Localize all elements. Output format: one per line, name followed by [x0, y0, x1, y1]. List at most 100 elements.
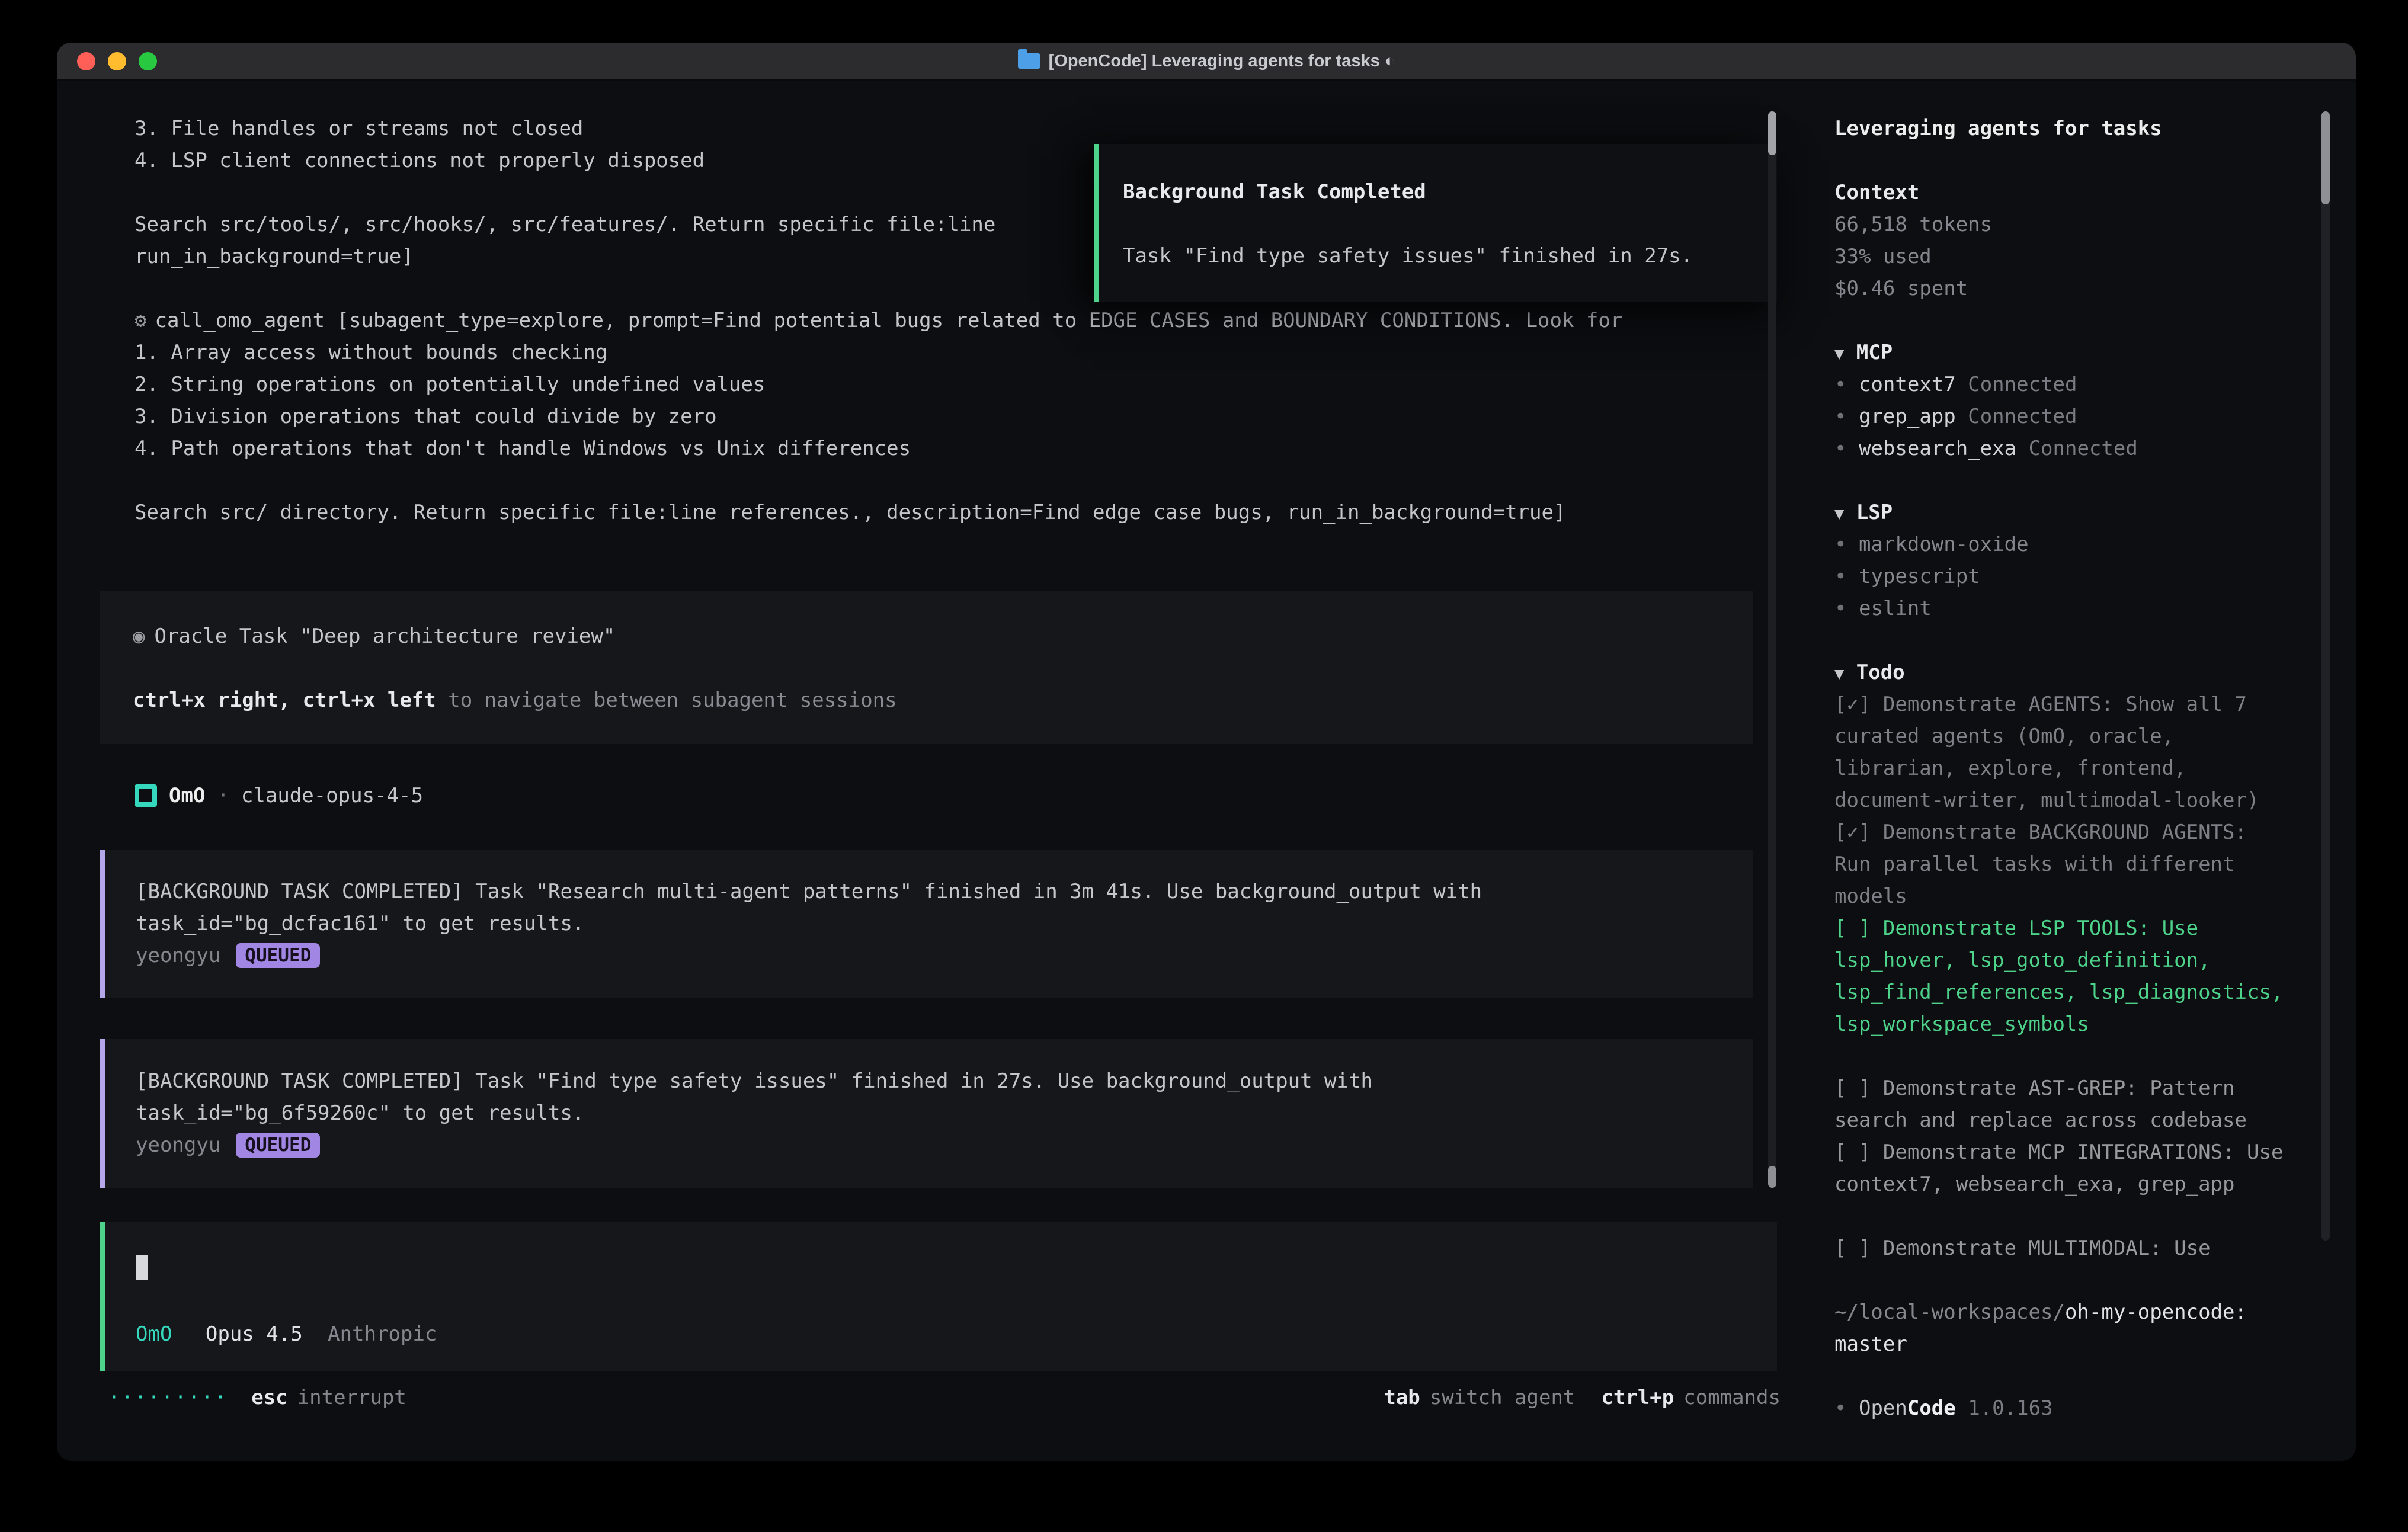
- todo-item-active: [ ] Demonstrate LSP TOOLS: Use lsp_hover…: [1834, 912, 2288, 1040]
- spinner-dots: ·········: [108, 1382, 228, 1414]
- message-user: yeongyu: [136, 1129, 220, 1161]
- todo-checkbox: [ ]: [1834, 916, 1871, 940]
- bullet-icon: •: [1834, 533, 1846, 556]
- bullet-icon: •: [1834, 373, 1846, 396]
- tool-call-item: 4. Path operations that don't handle Win…: [135, 432, 1810, 464]
- fisheye-icon: ◉: [133, 624, 145, 648]
- scrollbar-thumb[interactable]: [2321, 111, 2330, 204]
- zoom-button[interactable]: [139, 52, 157, 70]
- session-title: Leveraging agents for tasks: [1834, 113, 2288, 145]
- bullet-icon: •: [1834, 437, 1846, 460]
- message-meta: yeongyu QUEUED: [136, 1129, 1720, 1161]
- todo-checkbox: [ ]: [1834, 1140, 1871, 1164]
- switch-agent-hint: tabswitch agent: [1384, 1382, 1575, 1414]
- todo-item-done: [✓] Demonstrate BACKGROUND AGENTS: Run p…: [1834, 816, 2288, 912]
- oracle-task-panel[interactable]: ◉Oracle Task "Deep architecture review" …: [100, 591, 1753, 744]
- context-spent: $0.46 spent: [1834, 273, 2288, 305]
- queued-badge: QUEUED: [236, 943, 320, 968]
- model-line: OmO Opus 4.5 Anthropic: [136, 1318, 1746, 1350]
- input-model-name: Opus 4.5: [206, 1322, 303, 1346]
- prompt-input[interactable]: OmO Opus 4.5 Anthropic: [100, 1222, 1777, 1371]
- todo-item-pending: [ ] Demonstrate AST-GREP: Pattern search…: [1834, 1072, 2288, 1136]
- close-button[interactable]: [77, 52, 95, 70]
- todo-checkbox: [ ]: [1834, 1076, 1871, 1100]
- mcp-item: • context7 Connected: [1834, 368, 2288, 400]
- queued-badge: QUEUED: [236, 1133, 320, 1158]
- tool-call-header: ⚙ call_omo_agent [subagent_type=explore, …: [135, 305, 1810, 336]
- titlebar[interactable]: [OpenCode] Leveraging agents for tasks ◐: [57, 43, 2356, 81]
- input-line[interactable]: [136, 1254, 1746, 1286]
- background-task-message: [BACKGROUND TASK COMPLETED] Task "Resear…: [100, 850, 1753, 998]
- lsp-section-header[interactable]: ▼ LSP: [1834, 496, 2288, 528]
- mcp-item: • websearch_exa Connected: [1834, 432, 2288, 464]
- window-title: [OpenCode] Leveraging agents for tasks ◐: [57, 43, 2356, 79]
- todo-checkbox: [ ]: [1834, 1236, 1871, 1260]
- traffic-lights: [77, 52, 157, 70]
- message-user: yeongyu: [136, 940, 220, 972]
- tool-call-item: 3. Division operations that could divide…: [135, 400, 1810, 432]
- status-bar: ········· escinterrupt tabswitch agent c…: [100, 1382, 1781, 1414]
- lsp-item: • markdown-oxide: [1834, 528, 2288, 560]
- tool-call-item: 2. String operations on potentially unde…: [135, 368, 1810, 400]
- sidebar-scrollbar[interactable]: [2321, 111, 2330, 1241]
- window-content: 3. File handles or streams not closed 4.…: [57, 81, 2356, 1461]
- bullet-icon: •: [1834, 1396, 1846, 1420]
- bullet-icon: •: [1834, 405, 1846, 428]
- todo-checkbox: [✓]: [1834, 821, 1871, 844]
- agent-header: OmO · claude-opus-4-5: [100, 780, 1810, 812]
- git-branch: master: [1834, 1332, 1907, 1356]
- terminal-line: 3. File handles or streams not closed: [135, 113, 1810, 145]
- scrollbar-thumb[interactable]: [1768, 1166, 1776, 1188]
- input-agent-name: OmO: [136, 1322, 172, 1346]
- commands-hint: ctrl+pcommands: [1601, 1382, 1781, 1414]
- input-provider-name: Anthropic: [328, 1322, 437, 1346]
- message-text: [BACKGROUND TASK COMPLETED] Task "Resear…: [136, 876, 1587, 940]
- folder-icon: [1018, 53, 1040, 69]
- window-title-text: [OpenCode] Leveraging agents for tasks ◐: [1049, 52, 1395, 71]
- bullet-icon: •: [1834, 597, 1846, 620]
- oracle-task-title: ◉Oracle Task "Deep architecture review": [133, 620, 1720, 652]
- message-text: [BACKGROUND TASK COMPLETED] Task "Find t…: [136, 1065, 1587, 1129]
- todo-checkbox: [✓]: [1834, 693, 1871, 716]
- mcp-section-header[interactable]: ▼ MCP: [1834, 336, 2288, 368]
- tool-call-item: 1. Array access without bounds checking: [135, 336, 1810, 368]
- todo-item-pending: [ ] Demonstrate MULTIMODAL: Use: [1834, 1232, 2288, 1264]
- mcp-item: • grep_app Connected: [1834, 400, 2288, 432]
- todo-item-done: [✓] Demonstrate AGENTS: Show all 7 curat…: [1834, 688, 2288, 816]
- lsp-item: • typescript: [1834, 560, 2288, 592]
- context-used: 33% used: [1834, 241, 2288, 273]
- scrollbar-thumb[interactable]: [1768, 111, 1776, 155]
- background-task-message: [BACKGROUND TASK COMPLETED] Task "Find t…: [100, 1039, 1753, 1188]
- bullet-icon: •: [1834, 565, 1846, 588]
- lsp-item: • eslint: [1834, 592, 2288, 624]
- tool-call-text: call_omo_agent [subagent_type=explore, p…: [155, 309, 1622, 332]
- chevron-down-icon: ▼: [1834, 505, 1844, 523]
- status-right: tabswitch agent ctrl+pcommands: [1384, 1382, 1781, 1414]
- agent-icon: [135, 784, 157, 807]
- agent-name: OmO: [169, 780, 205, 812]
- tool-call-footer: Search src/ directory. Return specific f…: [135, 496, 1810, 528]
- chevron-down-icon: ▼: [1834, 345, 1844, 363]
- todo-item-pending: [ ] Demonstrate MCP INTEGRATIONS: Use co…: [1834, 1136, 2288, 1200]
- opencode-version: • OpenCode 1.0.163: [1834, 1392, 2288, 1424]
- gear-icon: ⚙: [135, 309, 146, 332]
- workspace-path: ~/local-workspaces/oh-my-opencode: maste…: [1834, 1296, 2288, 1360]
- separator-dot: ·: [217, 780, 229, 812]
- terminal-main: 3. File handles or streams not closed 4.…: [57, 81, 1810, 1461]
- oracle-navigation-hint: ctrl+x right, ctrl+x left to navigate be…: [133, 684, 1720, 716]
- todo-section-header[interactable]: ▼ Todo: [1834, 656, 2288, 688]
- toast-title: Background Task Completed: [1123, 176, 1753, 208]
- interrupt-hint: escinterrupt: [251, 1382, 406, 1414]
- main-scrollbar[interactable]: [1768, 111, 1776, 1188]
- session-sidebar: Leveraging agents for tasks Context 66,5…: [1810, 81, 2356, 1461]
- minimize-button[interactable]: [108, 52, 126, 70]
- terminal-window: [OpenCode] Leveraging agents for tasks ◐…: [57, 43, 2356, 1461]
- chevron-down-icon: ▼: [1834, 665, 1844, 683]
- message-meta: yeongyu QUEUED: [136, 940, 1720, 972]
- context-tokens: 66,518 tokens: [1834, 209, 2288, 241]
- agent-model: claude-opus-4-5: [241, 780, 423, 812]
- background-task-toast[interactable]: Background Task Completed Task "Find typ…: [1094, 144, 1777, 302]
- text-cursor: [136, 1255, 148, 1280]
- status-left: ········· escinterrupt: [108, 1382, 406, 1414]
- toast-body: Task "Find type safety issues" finished …: [1123, 240, 1753, 272]
